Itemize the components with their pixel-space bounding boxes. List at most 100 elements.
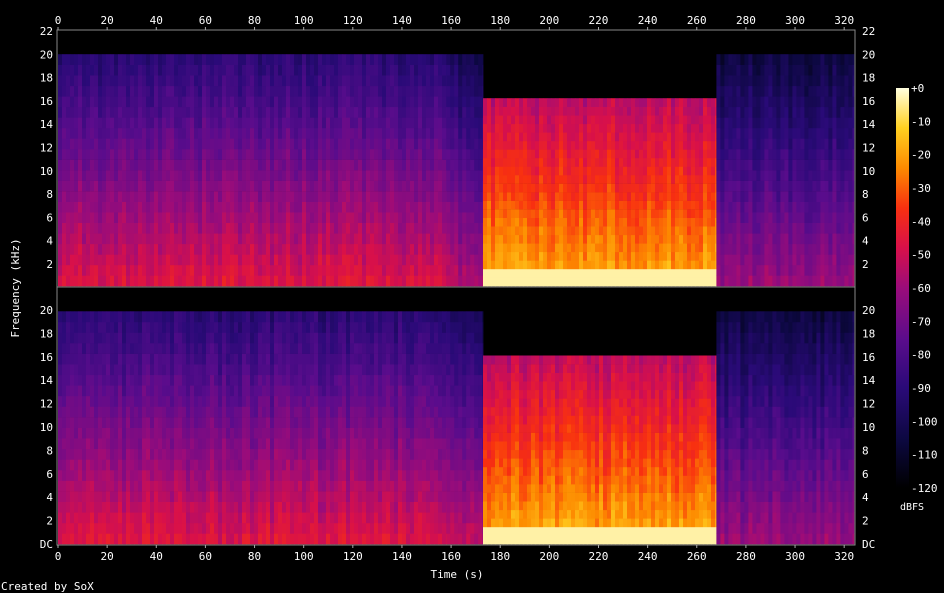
spectrogram-cell (458, 149, 463, 160)
spectrogram-cell (844, 254, 849, 266)
spectrogram-cell (462, 212, 467, 223)
spectrogram-cell (756, 138, 761, 150)
spectrogram-cell (270, 212, 275, 223)
spectrogram-cell (170, 254, 175, 266)
spectrogram-cell (535, 175, 540, 184)
spectrogram-cell (446, 138, 451, 150)
spectrogram-cell (784, 191, 789, 202)
spectrogram-cell (651, 166, 656, 176)
spectrogram-cell (366, 85, 371, 97)
spectrogram-cell (426, 117, 431, 129)
spectrogram-cell (134, 64, 139, 76)
spectrogram-cell (623, 277, 628, 287)
spectrogram-cell (511, 123, 516, 133)
spectrogram-cell (780, 191, 785, 202)
spectrogram-cell (483, 209, 488, 218)
spectrogram-cell (611, 251, 616, 261)
spectrogram-cell (118, 395, 123, 407)
spectrogram-cell (539, 132, 544, 142)
spectrogram-cell (142, 448, 147, 460)
spectrogram-cell (294, 127, 299, 139)
spectrogram-cell (94, 75, 99, 87)
spectrogram-cell (599, 226, 604, 236)
spectrogram-cell (222, 201, 227, 213)
spectrogram-cell (434, 212, 439, 223)
spectrogram-cell (679, 209, 684, 218)
spectrogram-cell (342, 117, 347, 129)
spectrogram-cell (358, 254, 363, 266)
spectrogram-cell (511, 98, 516, 107)
spectrogram-cell (487, 226, 492, 236)
spectrogram-cell (134, 138, 139, 150)
spectrogram-cell (98, 332, 103, 344)
spectrogram-cell (182, 54, 187, 65)
spectrogram-cell (282, 233, 287, 245)
spectrogram-cell (370, 127, 375, 139)
spectrogram-cell (342, 201, 347, 213)
spectrogram-cell (78, 480, 83, 492)
spectrogram-cell (434, 138, 439, 150)
spectrogram-cell (478, 191, 483, 202)
spectrogram-cell (720, 159, 725, 171)
spectrogram-cell (102, 222, 107, 234)
spectrogram-cell (242, 127, 247, 139)
spectrogram-cell (278, 75, 283, 87)
spectrogram-cell (422, 106, 427, 118)
spectrogram-cell (162, 85, 167, 97)
spectrogram-cell (804, 85, 809, 97)
spectrogram-cell (752, 222, 757, 234)
spectrogram-cell (768, 96, 773, 108)
spectrogram-cell (703, 106, 708, 116)
spectrogram-cell (382, 264, 387, 276)
spectrogram-cell (655, 183, 660, 193)
spectrogram-cell (567, 226, 572, 236)
spectrogram-cell (507, 183, 512, 193)
spectrogram-cell (138, 212, 143, 223)
spectrogram-cell (852, 54, 855, 65)
spectrogram-cell (828, 127, 833, 139)
spectrogram-cell (844, 159, 849, 171)
spectrogram-cell (270, 149, 275, 160)
spectrogram-cell (146, 75, 151, 87)
spectrogram-cell (800, 54, 805, 65)
spectrogram-cell (764, 159, 769, 171)
spectrogram-cell (270, 117, 275, 129)
spectrogram-cell (587, 209, 592, 218)
spectrogram-cell (390, 222, 395, 234)
spectrogram-cell (282, 64, 287, 76)
spectrogram-cell (90, 522, 95, 534)
spectrogram-cell (671, 260, 676, 270)
spectrogram-cell (418, 275, 423, 287)
spectrogram-cell (414, 191, 419, 202)
spectrogram-cell (551, 200, 556, 210)
spectrogram-cell (470, 64, 475, 76)
spectrogram-cell (214, 212, 219, 223)
spectrogram-cell (647, 260, 652, 270)
spectrogram-cell (639, 243, 644, 253)
spectrogram-cell (487, 132, 492, 142)
spectrogram-cell (531, 277, 536, 287)
spectrogram-cell (615, 217, 620, 227)
spectrogram-cell (90, 491, 95, 502)
spectrogram-cell (98, 438, 103, 450)
spectrogram-cell (478, 149, 483, 160)
spectrogram-cell (150, 353, 155, 365)
spectrogram-cell (118, 117, 123, 129)
spectrogram-cell (623, 183, 628, 193)
spectrogram-cell (796, 117, 801, 129)
spectrogram-cell (466, 264, 471, 276)
spectrogram-cell (102, 201, 107, 213)
spectrogram-cell (278, 96, 283, 108)
spectrogram-cell (454, 254, 459, 266)
spectrogram-cell (214, 85, 219, 97)
spectrogram-cell (547, 140, 552, 150)
spectrogram-cell (62, 448, 67, 460)
spectrogram-cell (142, 159, 147, 171)
spectrogram-cell (98, 480, 103, 492)
spectrogram-cell (796, 75, 801, 87)
spectrogram-cell (106, 264, 111, 276)
spectrogram-cell (567, 166, 572, 176)
spectrogram-cell (158, 180, 163, 192)
spectrogram-cell (450, 159, 455, 171)
spectrogram-cell (142, 343, 147, 354)
